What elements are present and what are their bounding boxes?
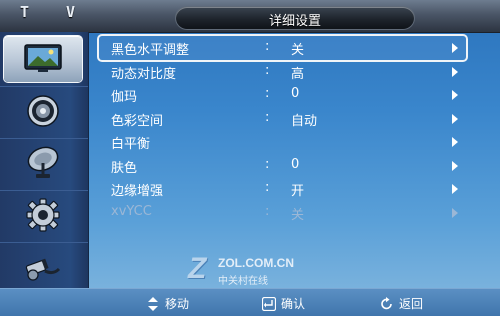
hint-return: 返回 bbox=[380, 295, 423, 312]
page-title: 详细设置 bbox=[268, 14, 321, 29]
channel-icon bbox=[23, 145, 63, 181]
menu-item-separator: : bbox=[265, 203, 270, 219]
sidebar-item-sound[interactable] bbox=[4, 88, 82, 134]
menu-item-label: 色彩空间 bbox=[111, 113, 164, 129]
category-sidebar bbox=[0, 32, 89, 288]
menu-item-separator: : bbox=[265, 86, 270, 101]
menu-item-separator: : bbox=[265, 62, 270, 78]
menu-item-label: 边缘增强 bbox=[111, 184, 164, 199]
sidebar-item-picture[interactable] bbox=[4, 36, 82, 82]
return-icon bbox=[380, 296, 394, 311]
setup-icon bbox=[25, 197, 61, 233]
menu-item-separator: : bbox=[265, 109, 270, 125]
menu-item-value: 自动 bbox=[291, 113, 318, 129]
sound-icon bbox=[25, 93, 61, 129]
input-icon bbox=[23, 251, 63, 283]
chevron-right-icon bbox=[452, 137, 458, 147]
watermark-logo: Z ZOL.COM.CN 中关村在线 bbox=[188, 250, 348, 290]
sidebar-divider bbox=[0, 138, 88, 139]
up-down-arrows-icon bbox=[146, 296, 160, 311]
menu-item-label: 白平衡 bbox=[111, 137, 151, 152]
title-bar: 详细设置 bbox=[176, 7, 414, 29]
top-bar: T V 详细设置 bbox=[0, 0, 500, 33]
chevron-right-icon bbox=[452, 90, 458, 100]
menu-item-value: 关 bbox=[291, 43, 305, 58]
menu-item-value: 关 bbox=[291, 207, 305, 223]
menu-item-label: xvYCC bbox=[111, 203, 152, 219]
menu-item-label: 黑色水平调整 bbox=[111, 43, 190, 58]
enter-icon bbox=[262, 296, 276, 311]
menu-item-edge-enhancement[interactable]: 边缘增强 : 开 bbox=[99, 177, 466, 201]
menu-item-skin-tone[interactable]: 肤色 : 0 bbox=[99, 154, 466, 178]
watermark-letter: Z bbox=[188, 252, 207, 285]
source-label: T V bbox=[20, 3, 90, 21]
chevron-right-icon bbox=[452, 207, 458, 218]
menu-item-xvycc: xvYCC : 关 bbox=[99, 201, 466, 225]
menu-item-label: 肤色 bbox=[111, 160, 138, 176]
hint-move: 移动 bbox=[146, 295, 189, 312]
menu-item-gamma[interactable]: 伽玛 : 0 bbox=[99, 83, 466, 107]
chevron-right-icon bbox=[452, 160, 458, 171]
watermark-chinese: 中关村在线 bbox=[218, 276, 268, 287]
chevron-right-icon bbox=[452, 66, 458, 77]
watermark-site: ZOL.COM.CN bbox=[218, 256, 294, 270]
menu-item-value: 0 bbox=[291, 86, 300, 101]
footer-hint-bar: 移动 确认 返回 bbox=[0, 288, 500, 316]
settings-menu: 黑色水平调整 : 关 动态对比度 : 高 伽玛 : 0 色彩空间 : 自动 白平… bbox=[99, 36, 466, 224]
sidebar-item-channel[interactable] bbox=[4, 140, 82, 186]
menu-item-separator: : bbox=[265, 39, 270, 54]
sidebar-divider bbox=[0, 190, 88, 191]
menu-item-dynamic-contrast[interactable]: 动态对比度 : 高 bbox=[99, 60, 466, 84]
menu-item-label: 动态对比度 bbox=[111, 66, 177, 82]
menu-item-value: 高 bbox=[291, 66, 305, 82]
menu-item-black-level[interactable]: 黑色水平调整 : 关 bbox=[99, 36, 466, 60]
menu-item-color-space[interactable]: 色彩空间 : 自动 bbox=[99, 107, 466, 131]
sidebar-divider bbox=[0, 242, 88, 243]
sidebar-item-setup[interactable] bbox=[4, 192, 82, 238]
menu-item-white-balance[interactable]: 白平衡 bbox=[99, 130, 466, 154]
tv-menu-screen: T V 详细设置 黑色水平调整: 关 动态对比度: 高 伽玛: 0 色彩空… bbox=[0, 0, 500, 316]
menu-item-separator: : bbox=[265, 156, 270, 172]
hint-return-label: 返回 bbox=[399, 297, 424, 311]
menu-item-value: 0 bbox=[291, 156, 300, 172]
menu-item-separator: : bbox=[265, 180, 270, 195]
menu-item-value: 开 bbox=[291, 184, 305, 199]
chevron-right-icon bbox=[452, 113, 458, 124]
hint-enter: 确认 bbox=[262, 295, 305, 312]
picture-icon bbox=[23, 43, 63, 75]
sidebar-item-input[interactable] bbox=[4, 244, 82, 290]
hint-enter-label: 确认 bbox=[281, 297, 306, 311]
chevron-right-icon bbox=[452, 184, 458, 194]
sidebar-divider bbox=[0, 86, 88, 87]
hint-move-label: 移动 bbox=[165, 297, 190, 311]
chevron-right-icon bbox=[452, 43, 458, 53]
menu-item-label: 伽玛 bbox=[111, 90, 138, 105]
